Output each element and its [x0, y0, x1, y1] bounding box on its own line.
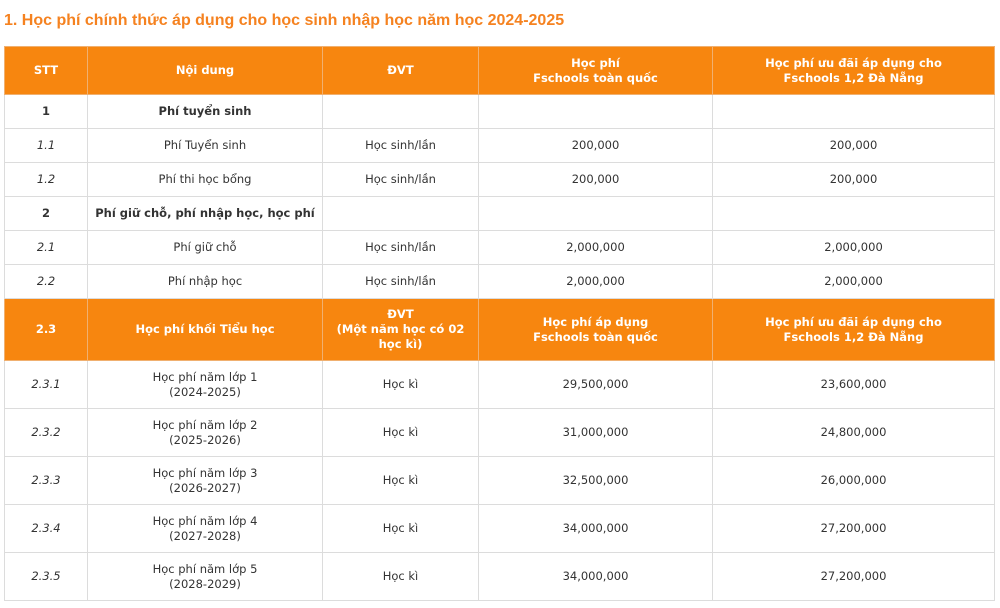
row-national-fee: 2,000,000 [478, 264, 713, 299]
header-danang-line1: Học phí ưu đãi áp dụng cho [765, 55, 942, 70]
row-stt: 2.3.3 [4, 456, 88, 505]
row-national-fee: 34,000,000 [478, 552, 713, 601]
row-content-line2: (2028-2029) [169, 576, 241, 591]
subheader-unit-line3: học kì) [378, 337, 423, 351]
subheader-national: Học phí áp dụng Fschools toàn quốc [478, 298, 713, 361]
table-subheader-row: 2.3 Học phí khối Tiểu học ĐVT (Một năm h… [4, 298, 995, 361]
header-stt: STT [4, 46, 88, 95]
header-danang-line2: Fschools 1,2 Đà Nẵng [783, 70, 924, 85]
row-stt: 2.1 [4, 230, 88, 265]
header-unit: ĐVT [322, 46, 479, 95]
subheader-danang: Học phí ưu đãi áp dụng cho Fschools 1,2 … [712, 298, 995, 361]
row-content-line2: (2027-2028) [169, 528, 241, 543]
subheader-unit-line1: ĐVT [387, 307, 414, 321]
row-unit: Học kì [322, 456, 479, 505]
row-unit: Học sinh/lần [322, 230, 479, 265]
row-danang-fee: 2,000,000 [712, 230, 995, 265]
table-row: 2.1 Phí giữ chỗ Học sinh/lần 2,000,000 2… [4, 230, 995, 265]
subheader-national-line1: Học phí áp dụng [542, 314, 649, 329]
section-stt: 2 [4, 196, 88, 231]
subheader-danang-line1: Học phí ưu đãi áp dụng cho [765, 314, 942, 329]
page: 1. Học phí chính thức áp dụng cho học si… [0, 0, 1000, 608]
table-row: 2.3.4 Học phí năm lớp 4 (2027-2028) Học … [4, 504, 995, 553]
subheader-danang-line2: Fschools 1,2 Đà Nẵng [783, 329, 924, 344]
subheader-stt: 2.3 [4, 298, 88, 361]
section-stt: 1 [4, 94, 88, 129]
row-danang-fee: 27,200,000 [712, 552, 995, 601]
table-row: 2.3.2 Học phí năm lớp 2 (2025-2026) Học … [4, 408, 995, 457]
header-national-line2: Fschools toàn quốc [533, 70, 658, 85]
row-unit: Học kì [322, 408, 479, 457]
row-content-line1: Học phí năm lớp 3 [152, 465, 258, 480]
row-stt: 1.1 [4, 128, 88, 163]
row-national-fee: 200,000 [478, 162, 713, 197]
row-national-fee: 31,000,000 [478, 408, 713, 457]
row-unit: Học sinh/lần [322, 162, 479, 197]
row-unit: Học kì [322, 360, 479, 409]
section-label: Phí giữ chỗ, phí nhập học, học phí [87, 196, 323, 231]
row-stt: 2.3.5 [4, 552, 88, 601]
row-unit: Học kì [322, 504, 479, 553]
row-stt: 2.3.2 [4, 408, 88, 457]
page-title: 1. Học phí chính thức áp dụng cho học si… [4, 12, 565, 29]
row-national-fee: 29,500,000 [478, 360, 713, 409]
row-danang-fee: 24,800,000 [712, 408, 995, 457]
row-content: Học phí năm lớp 3 (2026-2027) [87, 456, 323, 505]
section-row-fees: 2 Phí giữ chỗ, phí nhập học, học phí [4, 196, 995, 231]
header-content: Nội dung [87, 46, 323, 95]
row-content: Học phí năm lớp 1 (2024-2025) [87, 360, 323, 409]
row-content: Phí nhập học [87, 264, 323, 299]
row-unit: Học kì [322, 552, 479, 601]
table-row: 2.2 Phí nhập học Học sinh/lần 2,000,000 … [4, 264, 995, 299]
row-danang-fee: 200,000 [712, 162, 995, 197]
subheader-unit: ĐVT (Một năm học có 02 học kì) [322, 298, 479, 361]
row-content-line1: Học phí năm lớp 5 [152, 561, 258, 576]
row-danang-fee: 200,000 [712, 128, 995, 163]
row-content: Học phí năm lớp 5 (2028-2029) [87, 552, 323, 601]
row-stt: 2.2 [4, 264, 88, 299]
row-danang-fee: 2,000,000 [712, 264, 995, 299]
row-content: Học phí năm lớp 4 (2027-2028) [87, 504, 323, 553]
header-national-line1: Học phí [571, 55, 620, 70]
row-national-fee: 2,000,000 [478, 230, 713, 265]
table-row: 2.3.1 Học phí năm lớp 1 (2024-2025) Học … [4, 360, 995, 409]
table-row: 1.2 Phí thi học bổng Học sinh/lần 200,00… [4, 162, 995, 197]
row-national-fee: 200,000 [478, 128, 713, 163]
table-row: 2.3.5 Học phí năm lớp 5 (2028-2029) Học … [4, 552, 995, 601]
subheader-national-line2: Fschools toàn quốc [533, 329, 658, 344]
row-content-line2: (2025-2026) [169, 432, 241, 447]
row-content: Phí giữ chỗ [87, 230, 323, 265]
tuition-table: STT Nội dung ĐVT Học phí Fschools toàn q… [4, 46, 995, 601]
row-content: Học phí năm lớp 2 (2025-2026) [87, 408, 323, 457]
row-danang-fee: 27,200,000 [712, 504, 995, 553]
table-row: 1.1 Phí Tuyển sinh Học sinh/lần 200,000 … [4, 128, 995, 163]
table-row: 2.3.3 Học phí năm lớp 3 (2026-2027) Học … [4, 456, 995, 505]
row-stt: 2.3.1 [4, 360, 88, 409]
row-unit: Học sinh/lần [322, 264, 479, 299]
row-national-fee: 32,500,000 [478, 456, 713, 505]
row-unit: Học sinh/lần [322, 128, 479, 163]
subheader-unit-line2: (Một năm học có 02 [336, 322, 465, 336]
subheader-content: Học phí khối Tiểu học [87, 298, 323, 361]
section-row-admission: 1 Phí tuyển sinh [4, 94, 995, 129]
section-label: Phí tuyển sinh [87, 94, 323, 129]
table-header-row: STT Nội dung ĐVT Học phí Fschools toàn q… [4, 46, 995, 95]
header-national: Học phí Fschools toàn quốc [478, 46, 713, 95]
row-content-line2: (2024-2025) [169, 384, 241, 399]
row-stt: 1.2 [4, 162, 88, 197]
row-content-line1: Học phí năm lớp 1 [152, 369, 258, 384]
row-content: Phí thi học bổng [87, 162, 323, 197]
header-danang: Học phí ưu đãi áp dụng cho Fschools 1,2 … [712, 46, 995, 95]
row-content-line2: (2026-2027) [169, 480, 241, 495]
row-stt: 2.3.4 [4, 504, 88, 553]
row-content-line1: Học phí năm lớp 2 [152, 417, 258, 432]
row-content-line1: Học phí năm lớp 4 [152, 513, 258, 528]
row-danang-fee: 26,000,000 [712, 456, 995, 505]
row-national-fee: 34,000,000 [478, 504, 713, 553]
row-danang-fee: 23,600,000 [712, 360, 995, 409]
row-content: Phí Tuyển sinh [87, 128, 323, 163]
